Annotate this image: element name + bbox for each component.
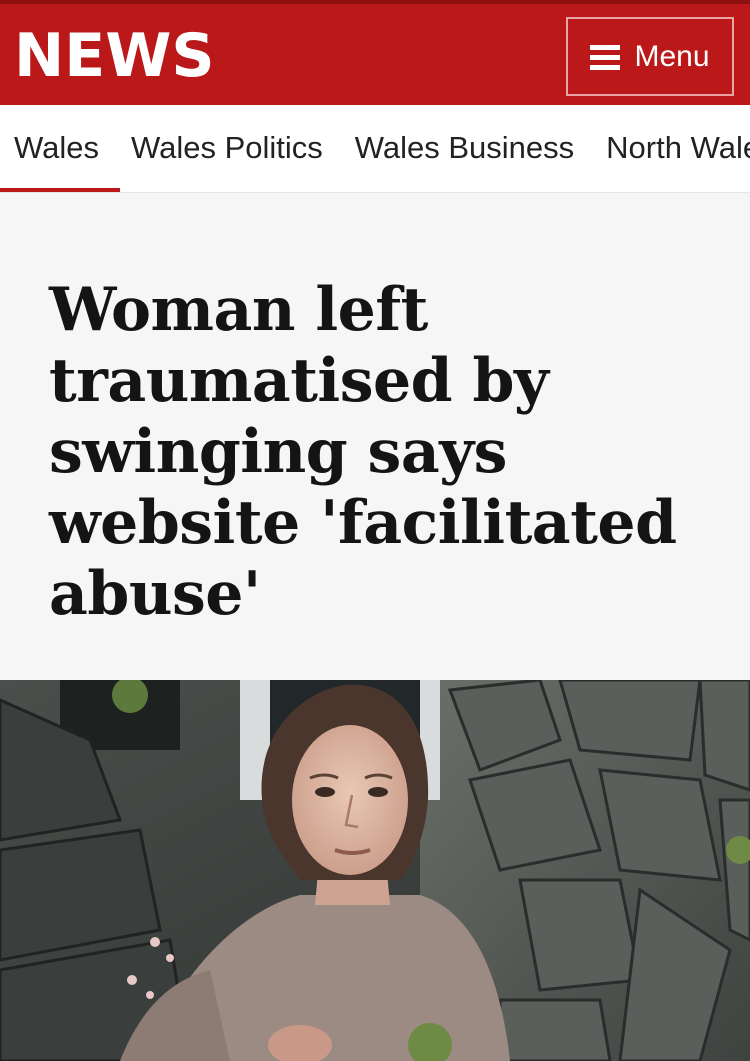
photo-icon	[0, 680, 750, 1061]
section-navigation: Wales Wales Politics Wales Business Nort…	[0, 105, 750, 193]
hamburger-icon	[590, 44, 621, 70]
news-logo[interactable]: NEWS	[14, 22, 215, 90]
masthead: NEWS Menu	[0, 0, 750, 105]
menu-label: Menu	[634, 39, 710, 73]
article-photo	[0, 680, 750, 1061]
menu-button[interactable]: Menu	[566, 17, 734, 96]
nav-item-wales[interactable]: Wales	[14, 130, 115, 166]
nav-item-wales-politics[interactable]: Wales Politics	[131, 130, 339, 166]
headline-section: Woman left traumatised by swinging says …	[0, 193, 750, 680]
article-headline: Woman left traumatised by swinging says …	[49, 275, 677, 629]
nav-item-wales-business[interactable]: Wales Business	[355, 130, 590, 166]
nav-item-north-wales[interactable]: North Wales	[606, 130, 750, 166]
